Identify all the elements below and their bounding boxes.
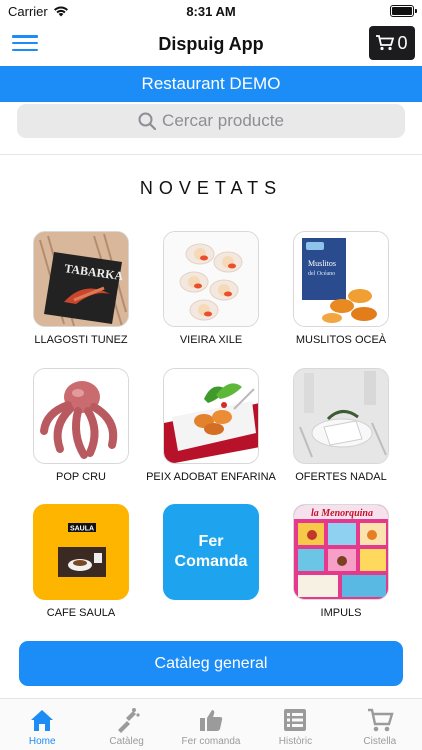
product-name: POP CRU [56,471,106,483]
fer-comanda-tile[interactable]: Fer Comanda [146,504,276,600]
hamburger-menu-icon[interactable] [12,32,38,54]
tab-label: Catàleg [109,736,144,747]
catalog-icon [117,708,140,733]
history-list-icon [284,709,307,731]
saula-logo-text: SAULA [70,526,94,533]
status-bar: Carrier 8:31 AM [0,0,422,22]
product-name: CAFE SAULA [46,607,116,619]
tab-label: Històric [278,736,313,747]
tab-cistella[interactable]: Cistella [338,699,422,750]
fer-comanda-button[interactable]: Fer Comanda [163,504,259,600]
tab-label: Fer comanda [181,736,241,747]
cart-icon [376,35,395,51]
product-llagosti-tunez[interactable]: TABARKA LLAGOSTI TUNEZ [16,231,146,348]
tab-bar: Home Catàleg Fer comanda Històric Cistel… [0,698,422,750]
cart-count: 0 [397,32,408,53]
carrier-info: Carrier [8,4,69,19]
search-input[interactable]: Cercar producte [17,104,405,138]
product-name: PEIX ADOBAT ENFARINA [146,471,276,483]
tab-label: Cistella [363,736,397,747]
product-name: LLAGOSTI TUNEZ [34,334,128,346]
product-image [293,368,389,464]
product-image: Muslitos del Océano [293,231,389,327]
cart-button[interactable]: 0 [369,26,415,60]
product-image [163,368,259,464]
product-vieira-xile[interactable]: VIEIRA XILE [146,231,276,348]
fer-comanda-line2: Comanda [174,553,248,570]
menorquina-logo-text: la Menorquina [311,508,373,519]
product-image: TABARKA [33,231,129,327]
restaurant-banner: Restaurant DEMO [0,66,422,102]
battery-icon [390,5,417,17]
tab-label: Home [28,736,56,747]
product-name: IMPULS [320,607,362,619]
svg-text:del Océano: del Océano [308,271,335,277]
tab-catalog[interactable]: Catàleg [84,699,168,750]
product-pop-cru[interactable]: POP CRU [16,368,146,485]
product-name: MUSLITOS OCEÀ [295,334,387,346]
section-title: NOVETATS [139,178,283,198]
search-icon [138,112,157,130]
cart-icon [367,708,394,732]
product-impuls[interactable]: la Menorquina IMPULS [276,504,406,621]
home-icon [31,710,54,731]
tab-home[interactable]: Home [0,699,84,750]
tab-historic[interactable]: Històric [253,699,337,750]
product-image: la Menorquina [293,504,389,600]
product-muslitos-ocea[interactable]: Muslitos del Océano MUSLITOS OCEÀ [276,231,406,348]
svg-text:Muslitos: Muslitos [308,259,336,268]
carrier-label: Carrier [8,3,48,19]
wifi-icon [53,6,68,17]
restaurant-name: Restaurant DEMO [141,74,281,93]
fer-comanda-line1: Fer [198,533,224,550]
product-image: SAULA [33,504,129,600]
product-peix-adobat[interactable]: PEIX ADOBAT ENFARINA [146,368,276,485]
catalog-general-button[interactable]: Catàleg general [19,641,403,686]
product-ofertes-nadal[interactable]: OFERTES NADAL [276,368,406,485]
page-title: Dispuig App [158,33,264,54]
tab-fer-comanda[interactable]: Fer comanda [169,699,253,750]
product-image [33,368,129,464]
divider [0,154,422,155]
product-name: OFERTES NADAL [295,471,387,483]
navbar: Dispuig App 0 [0,22,422,66]
thumbs-up-icon [200,710,223,731]
product-image [163,231,259,327]
product-name: VIEIRA XILE [179,334,243,346]
product-cafe-saula[interactable]: SAULA CAFE SAULA [16,504,146,621]
search-placeholder: Cercar producte [162,111,284,130]
